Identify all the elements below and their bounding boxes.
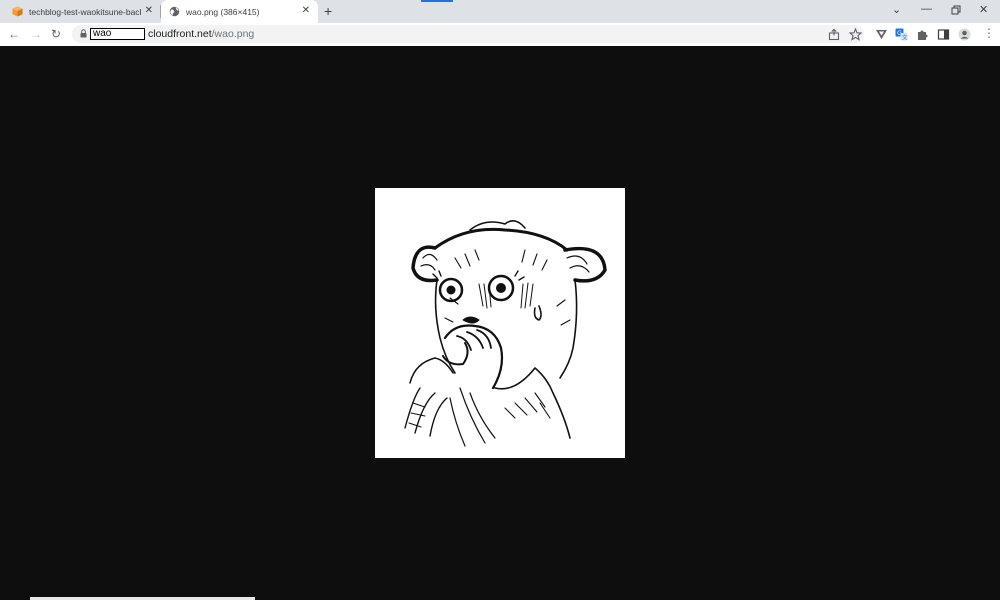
tab-strip: techblog-test-waokitsune-backend ✕ wao.p… — [0, 0, 1000, 23]
side-panel-icon[interactable] — [937, 28, 950, 41]
tab-title: wao.png (386×415) — [186, 6, 260, 17]
forward-icon[interactable]: → — [30, 26, 42, 42]
svg-text:文: 文 — [902, 33, 908, 41]
extensions-puzzle-icon[interactable] — [916, 28, 929, 41]
lock-icon[interactable] — [80, 29, 87, 38]
minimize-icon[interactable]: — — [921, 3, 932, 15]
loading-indicator — [421, 0, 453, 2]
vpn-extension-icon[interactable] — [875, 28, 888, 41]
bookmark-star-icon[interactable] — [849, 28, 862, 41]
profile-avatar-icon[interactable] — [958, 28, 971, 41]
share-icon[interactable] — [828, 28, 841, 41]
redacted-subdomain[interactable]: wao — [90, 28, 145, 40]
reload-icon[interactable]: ↻ — [51, 26, 61, 42]
tab-inactive[interactable]: techblog-test-waokitsune-backend ✕ — [0, 0, 161, 23]
close-tab-icon[interactable]: ✕ — [302, 6, 310, 16]
close-tab-icon[interactable]: ✕ — [145, 6, 153, 16]
back-icon[interactable]: ← — [8, 26, 20, 42]
url-host: cloudfront.net — [148, 28, 212, 40]
aws-cube-icon — [12, 6, 23, 17]
close-window-icon[interactable]: ✕ — [979, 3, 988, 16]
menu-kebab-icon[interactable]: ⋮ — [983, 26, 996, 40]
url-text[interactable]: cloudfront.net/wao.png — [148, 28, 254, 40]
url-path: /wao.png — [211, 28, 255, 40]
image-viewer — [375, 188, 625, 458]
tab-title: techblog-test-waokitsune-backend — [29, 6, 141, 17]
tab-search-chevron-icon[interactable]: ⌄ — [892, 3, 901, 16]
tab-active[interactable]: wao.png (386×415) ✕ — [161, 0, 318, 23]
restore-icon[interactable] — [951, 5, 961, 15]
globe-icon — [169, 6, 180, 17]
translate-extension-icon[interactable]: G 文 — [895, 28, 908, 41]
image-wao-illustration — [404, 220, 607, 447]
new-tab-icon[interactable]: + — [324, 3, 332, 19]
